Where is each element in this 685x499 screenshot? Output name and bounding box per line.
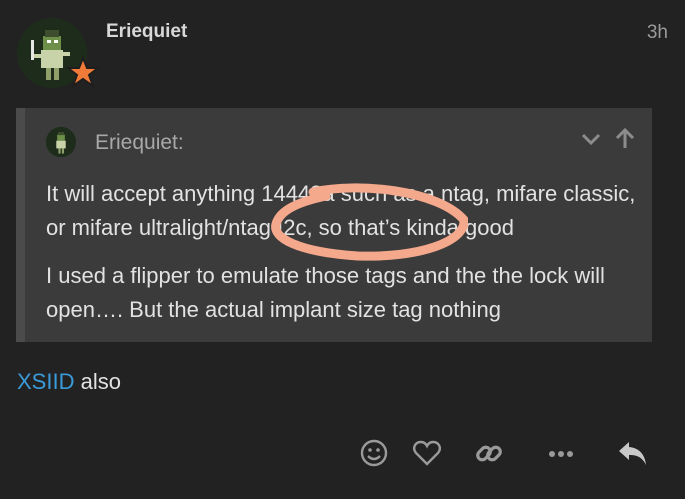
post-timestamp[interactable]: 3h <box>647 22 668 44</box>
smile-icon[interactable] <box>357 436 391 470</box>
reply-icon[interactable] <box>615 436 649 470</box>
post-body: XSIID also <box>17 369 121 395</box>
quote-controls <box>580 127 636 150</box>
post-actions <box>0 436 685 472</box>
ellipsis-icon[interactable] <box>544 436 578 470</box>
avatar-icon <box>46 127 76 157</box>
quote-text: It will accept anything 14443a such as a… <box>46 177 646 341</box>
post-text: also <box>74 369 121 394</box>
chevron-down-icon[interactable] <box>580 128 602 150</box>
quote-block: Eriequiet: It will accept anything 14443… <box>16 108 652 342</box>
quote-author[interactable]: Eriequiet: <box>95 131 184 155</box>
link-icon[interactable] <box>472 436 506 470</box>
mention-link[interactable]: XSIID <box>17 369 74 394</box>
star-badge-icon <box>66 56 100 89</box>
heart-icon[interactable] <box>410 436 444 470</box>
quote-border <box>16 108 25 342</box>
post-username[interactable]: Eriequiet <box>106 21 187 43</box>
quote-paragraph: I used a flipper to emulate those tags a… <box>46 263 605 322</box>
quote-avatar <box>46 127 76 157</box>
quote-paragraph: It will accept anything 14443a such as a… <box>46 181 636 240</box>
arrow-up-icon[interactable] <box>614 127 636 150</box>
